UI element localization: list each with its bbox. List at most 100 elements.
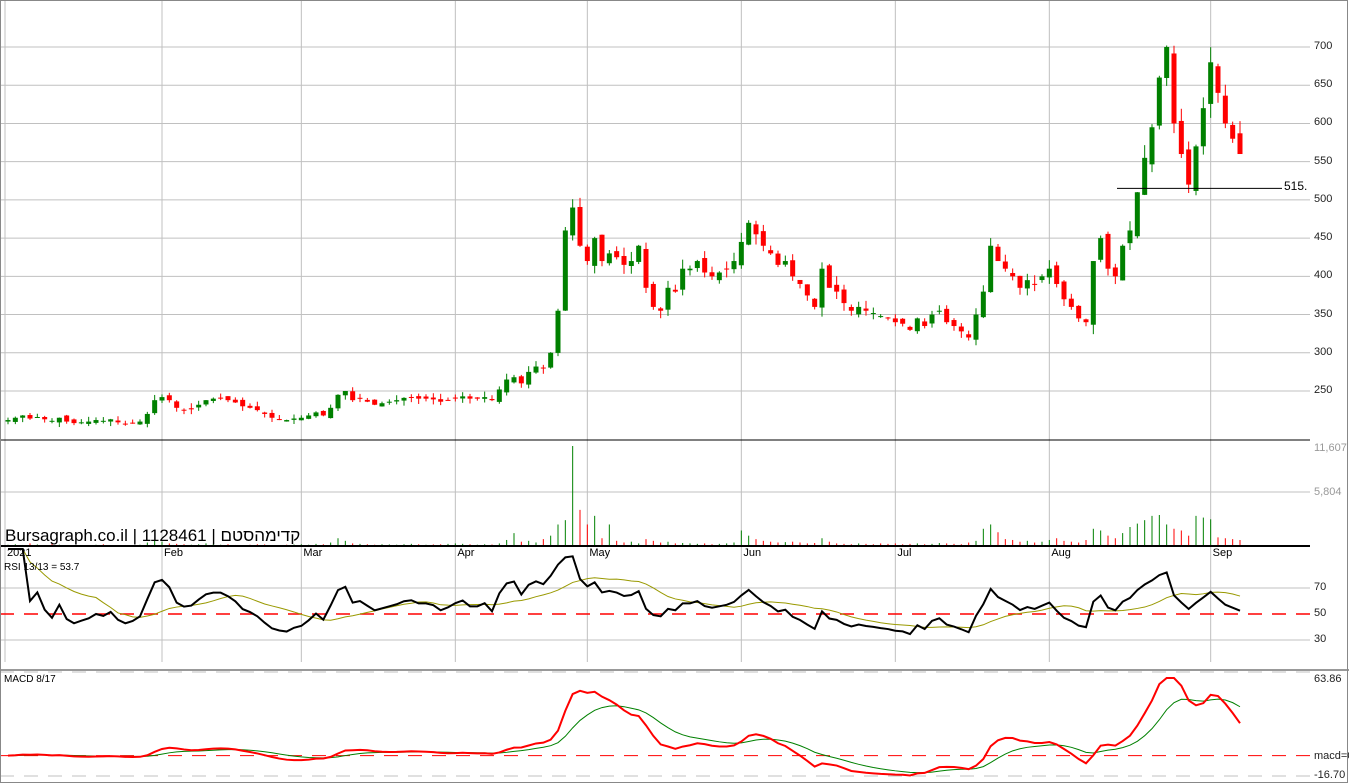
candle-body (797, 279, 803, 284)
candle-body (724, 268, 730, 270)
candle-body (1171, 53, 1177, 124)
rsi-tick-label: 30 (1314, 633, 1327, 645)
candle-body (240, 399, 246, 407)
support-label: 515. (1284, 179, 1308, 193)
candle-body (394, 400, 400, 402)
candle-body (518, 376, 524, 384)
candle-body (826, 265, 832, 288)
chart-title: Bursagraph.co.il | 1128461 | קדימהסטם (5, 526, 301, 545)
price-tick-label: 600 (1314, 116, 1333, 129)
candle-body (782, 261, 788, 265)
candle-body (1230, 124, 1236, 139)
candle-body (1032, 283, 1038, 285)
candle-body (944, 308, 950, 323)
macd-tick-label: 63.86 (1314, 673, 1342, 685)
candle-body (760, 231, 766, 246)
candle-body (709, 272, 715, 277)
candle-body (1076, 305, 1082, 319)
candle-body (870, 313, 876, 315)
candle-body (650, 283, 656, 307)
candle-body (298, 417, 304, 421)
price-tick-label: 250 (1314, 384, 1333, 396)
candle-body (951, 320, 957, 327)
candle-body (1024, 280, 1030, 289)
candle-body (291, 418, 297, 420)
candle-body (42, 416, 48, 420)
candle-body (1098, 238, 1104, 260)
candle-body (416, 396, 422, 399)
candle-body (56, 417, 62, 423)
candle-body (64, 415, 70, 422)
candle-body (526, 371, 532, 385)
candle-body (834, 284, 840, 292)
candle-body (914, 318, 920, 332)
candle-body (452, 397, 458, 399)
price-tick-label: 300 (1314, 345, 1333, 358)
candle-body (1046, 268, 1052, 278)
candle-body (496, 389, 502, 402)
candle-body (892, 318, 898, 323)
candle-body (328, 407, 334, 419)
candle-body (511, 377, 517, 383)
candle-body (1120, 245, 1126, 281)
candle-body (885, 317, 891, 319)
candle-body (49, 420, 55, 422)
candle-body (907, 326, 913, 330)
candle-body (731, 261, 737, 270)
macd-tick-label: -16.70 (1314, 769, 1346, 781)
candle-body (995, 246, 1001, 262)
candle-body (306, 415, 312, 419)
candle-body (482, 397, 488, 399)
candle-body (533, 366, 539, 373)
candle-body (1039, 276, 1045, 281)
price-tick-label: 550 (1314, 154, 1333, 167)
rsi-label: RSI 13/13 = 53.7 (4, 562, 80, 573)
month-label: Apr (457, 547, 475, 559)
candle-body (856, 306, 862, 315)
month-label: Feb (164, 547, 183, 559)
candle-body (78, 422, 84, 424)
candle-body (1149, 127, 1155, 165)
candle-body (438, 399, 444, 402)
price-tick-label: 400 (1314, 269, 1333, 282)
candle-body (152, 400, 158, 414)
candle-body (804, 284, 810, 296)
candle-body (401, 397, 407, 401)
candle-body (672, 289, 678, 292)
stock-chart (0, 0, 1349, 783)
candle-body (694, 261, 700, 269)
candle-body (966, 334, 972, 338)
candle-body (878, 316, 884, 318)
candle-body (27, 415, 33, 419)
candle-body (364, 399, 370, 402)
candle-body (1134, 192, 1140, 237)
candle-body (775, 253, 781, 265)
candle-body (225, 396, 231, 401)
candle-body (1156, 77, 1162, 126)
candle-body (540, 367, 546, 369)
candle-body (12, 417, 18, 422)
price-tick-label: 450 (1314, 231, 1333, 244)
candle-body (738, 241, 744, 266)
candle-body (247, 405, 253, 408)
candle-body (1200, 108, 1206, 147)
candle-body (812, 298, 818, 307)
candle-body (335, 394, 341, 409)
rsi-line (8, 548, 1241, 636)
candle-body (577, 206, 583, 246)
price-tick-label: 350 (1314, 307, 1333, 320)
candle-body (423, 396, 429, 399)
candle-body (562, 230, 568, 311)
candle-body (386, 401, 392, 403)
candle-body (342, 391, 348, 396)
candle-body (108, 419, 114, 422)
candle-body (1054, 265, 1060, 284)
candle-body (1164, 47, 1170, 78)
candle-body (716, 272, 722, 281)
candle-body (848, 307, 854, 311)
candle-body (137, 421, 143, 425)
candle-body (1222, 95, 1228, 124)
candle-body (1142, 157, 1148, 195)
candle-body (130, 422, 136, 424)
rsi-tick-label: 50 (1314, 607, 1327, 619)
